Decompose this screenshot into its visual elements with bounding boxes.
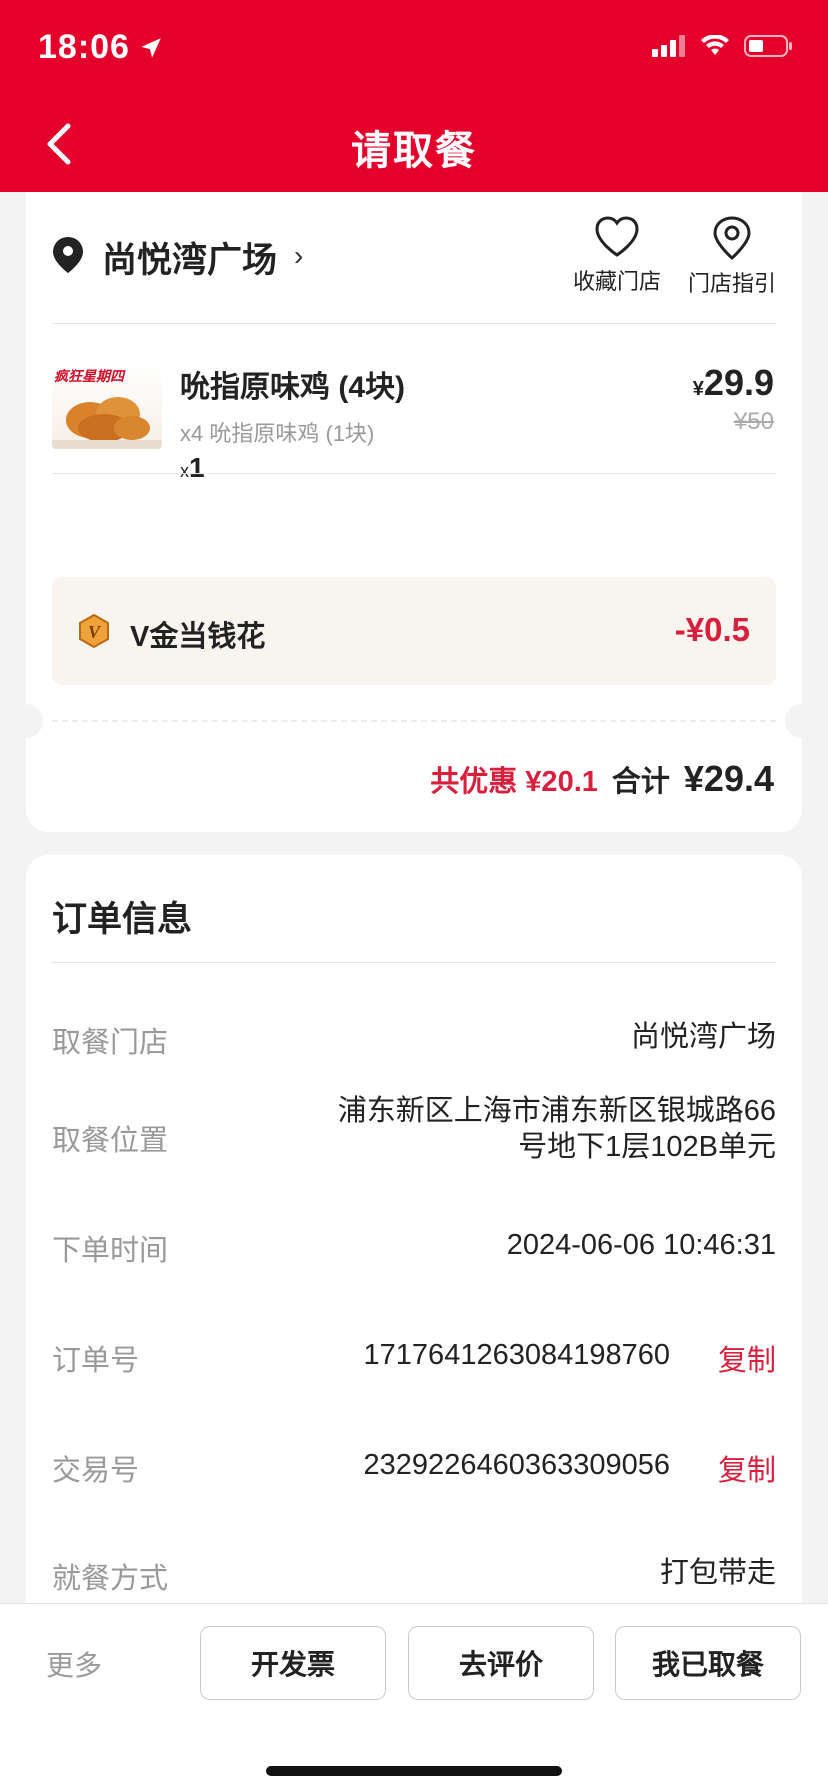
price-value: 29.9 xyxy=(703,362,774,403)
store-name-link[interactable]: 尚悦湾广场 xyxy=(102,232,277,283)
vgold-label: V金当钱花 xyxy=(130,621,266,653)
info-label: 取餐门店 xyxy=(52,1027,169,1059)
order-summary-card: 尚悦湾广场 › 收藏门店 门店指引 疯狂星期四 吮指原味鸡 (4块) x4 吮指… xyxy=(9,192,819,832)
status-time-text: 18:06 xyxy=(38,28,130,66)
heart-icon xyxy=(595,216,639,257)
bottom-action-bar: 更多 开发票 去评价 我已取餐 xyxy=(0,1603,828,1792)
total-savings: 共优惠 ¥20.1 xyxy=(430,766,598,798)
status-time: 18:06 xyxy=(38,28,164,67)
order-info-title: 订单信息 xyxy=(52,900,193,939)
product-name: 吮指原味鸡 (4块) xyxy=(180,371,405,404)
original-price: ¥50 xyxy=(733,408,774,435)
divider xyxy=(52,473,776,474)
copy-transaction-number-button[interactable]: 复制 xyxy=(718,1447,776,1489)
vgold-coin-icon: V xyxy=(79,613,109,649)
info-label: 交易号 xyxy=(52,1455,140,1487)
product-image: 疯狂星期四 xyxy=(52,364,162,449)
quantity-prefix: x xyxy=(180,461,189,481)
product-detail: x4 吮指原味鸡 (1块) xyxy=(180,421,375,446)
info-label: 下单时间 xyxy=(52,1235,169,1267)
info-value: 1717641263084198760 xyxy=(363,1339,670,1371)
invoice-button[interactable]: 开发票 xyxy=(200,1626,386,1700)
ticket-notch-right xyxy=(785,704,819,738)
copy-order-number-button[interactable]: 复制 xyxy=(718,1337,776,1379)
header-bar: 18:06 请取餐 xyxy=(0,0,828,192)
picked-up-button[interactable]: 我已取餐 xyxy=(615,1626,801,1700)
info-value-line: 号地下1层102B单元 xyxy=(518,1131,776,1163)
info-label: 就餐方式 xyxy=(52,1563,169,1595)
page-title: 请取餐 xyxy=(351,129,477,173)
product-image-badge: 疯狂星期四 xyxy=(54,368,124,384)
ticket-notch-left xyxy=(9,704,43,738)
dashed-divider xyxy=(52,720,776,722)
info-value: 打包带走 xyxy=(659,1557,776,1589)
signal-icon xyxy=(652,35,685,57)
info-value: 尚悦湾广场 xyxy=(630,1021,776,1053)
store-guide-button[interactable]: 门店指引 xyxy=(682,216,782,298)
svg-text:V: V xyxy=(88,622,102,642)
chevron-right-icon[interactable]: › xyxy=(294,240,303,272)
info-value: 2024-06-06 10:46:31 xyxy=(506,1229,776,1261)
location-arrow-icon xyxy=(141,37,161,58)
battery-icon xyxy=(744,35,792,57)
product-price: ¥29.9 xyxy=(693,362,774,404)
review-button[interactable]: 去评价 xyxy=(408,1626,594,1700)
divider xyxy=(52,323,776,324)
currency-symbol: ¥ xyxy=(692,378,704,400)
info-value: 2329226460363309056 xyxy=(363,1449,670,1481)
favorite-store-button[interactable]: 收藏门店 xyxy=(567,216,667,296)
more-button[interactable]: 更多 xyxy=(46,1644,102,1684)
total-value: ¥29.4 xyxy=(683,758,774,799)
info-value-line: 浦东新区上海市浦东新区银城路66 xyxy=(337,1095,776,1127)
info-value: 浦东新区上海市浦东新区银城路66 号地下1层102B单元 xyxy=(338,1093,776,1165)
wifi-icon xyxy=(701,35,729,55)
info-label: 订单号 xyxy=(52,1345,140,1377)
location-pin-icon xyxy=(53,237,83,273)
product-quantity: x1 xyxy=(180,452,205,484)
status-icons xyxy=(652,34,794,58)
info-label: 取餐位置 xyxy=(52,1125,169,1157)
favorite-store-label: 收藏门店 xyxy=(572,269,661,294)
quantity-value: 1 xyxy=(189,452,205,483)
home-indicator xyxy=(266,1766,562,1776)
vgold-discount-row: V V金当钱花 -¥0.5 xyxy=(52,577,776,685)
order-info-card: 订单信息 取餐门店 尚悦湾广场 取餐位置 浦东新区上海市浦东新区银城路66 号地… xyxy=(26,855,802,1715)
total-label: 合计 xyxy=(611,766,670,798)
vgold-amount: -¥0.5 xyxy=(674,611,750,648)
divider xyxy=(52,962,776,963)
map-pin-icon xyxy=(713,216,751,260)
totals-row: 共优惠 ¥20.1 合计 ¥29.4 xyxy=(430,758,774,800)
store-guide-label: 门店指引 xyxy=(687,271,776,296)
